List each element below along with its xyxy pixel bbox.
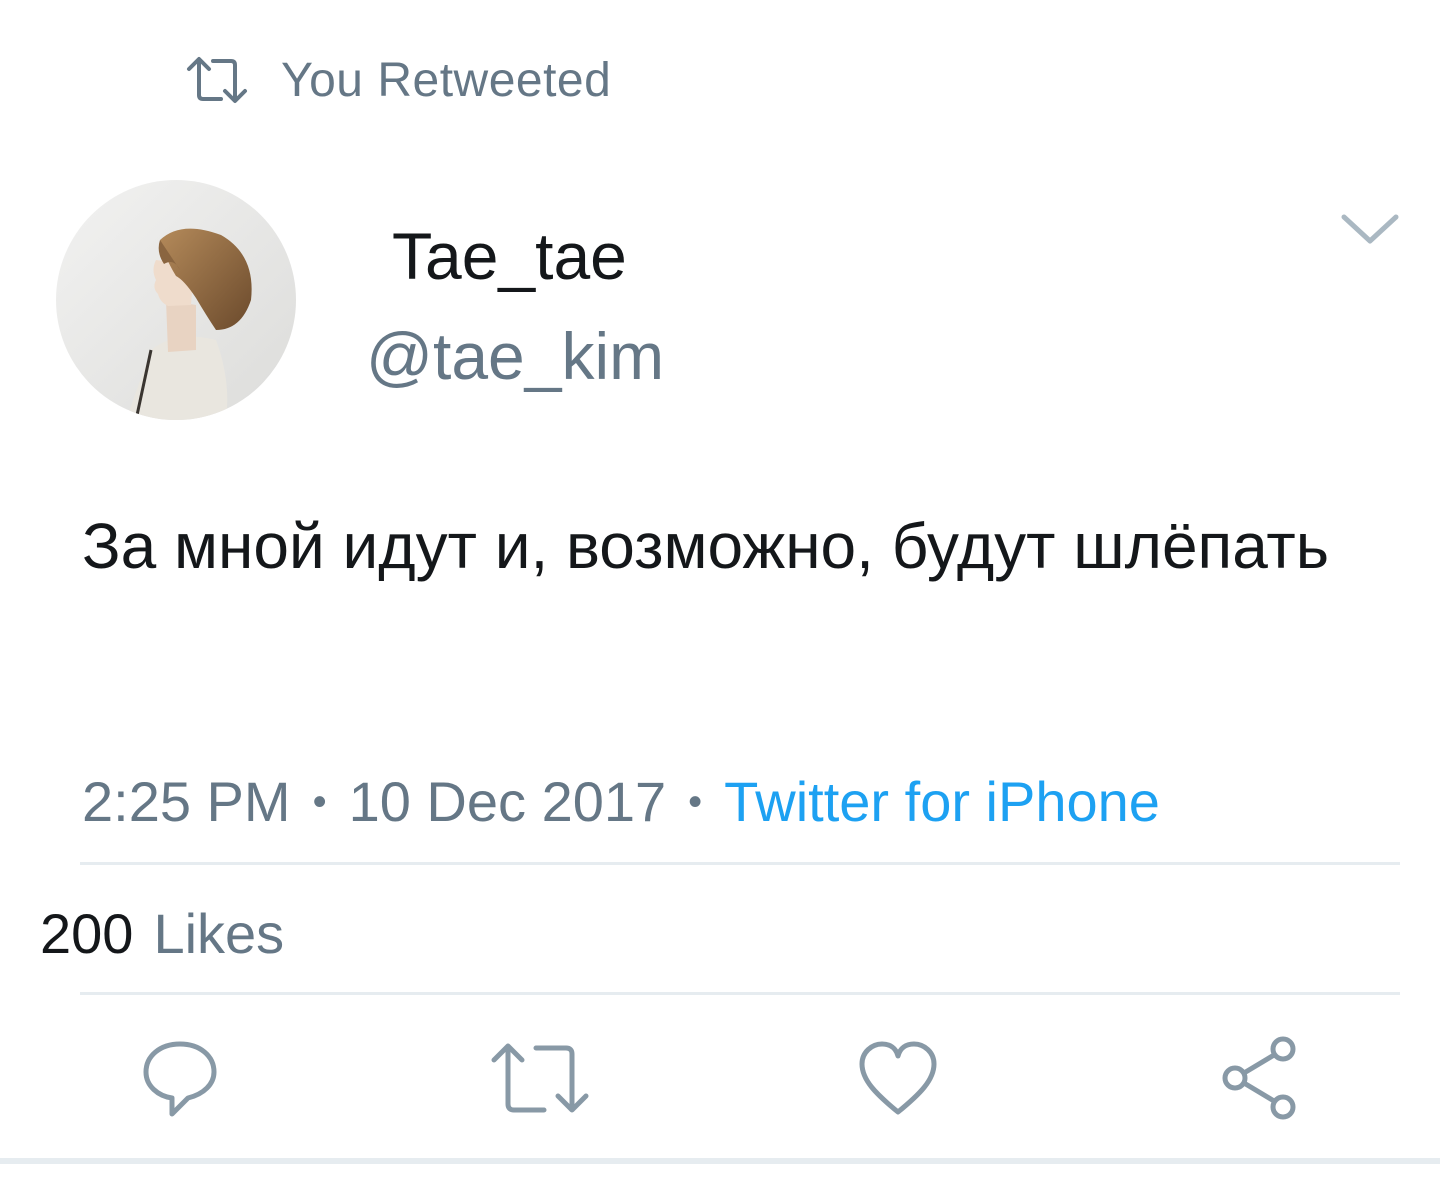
- retweet-banner: You Retweeted: [185, 50, 611, 110]
- likes-label: Likes: [153, 902, 285, 965]
- heart-icon: [856, 1036, 940, 1125]
- retweet-banner-label: You Retweeted: [281, 53, 612, 107]
- tweet-meta: 2:25 PM • 10 Dec 2017 • Twitter for iPhone: [82, 762, 1160, 842]
- chevron-down-icon[interactable]: [1338, 205, 1402, 253]
- reply-button[interactable]: [130, 1030, 230, 1130]
- retweet-icon: [490, 1038, 590, 1123]
- likes-stat[interactable]: 200 Likes: [40, 896, 284, 972]
- tweet-time: 2:25 PM: [82, 770, 291, 833]
- tweet-text: За мной идут и, возможно, будут шлёпать: [82, 510, 1330, 582]
- retweet-icon: [185, 55, 249, 105]
- meta-separator: •: [312, 780, 327, 824]
- like-button[interactable]: [848, 1030, 948, 1130]
- divider: [80, 862, 1400, 865]
- action-bar: [0, 1030, 1440, 1130]
- author-display-name[interactable]: Tae_tae: [392, 218, 627, 294]
- bottom-divider: [0, 1158, 1440, 1164]
- likes-count: 200: [40, 902, 134, 965]
- tweet-source-link[interactable]: Twitter for iPhone: [724, 770, 1160, 833]
- author-handle[interactable]: @tae_kim: [366, 318, 664, 394]
- reply-icon: [138, 1036, 222, 1125]
- tweet-date: 10 Dec 2017: [348, 770, 667, 833]
- avatar[interactable]: [56, 180, 296, 420]
- meta-separator: •: [688, 780, 703, 824]
- divider: [80, 992, 1400, 995]
- share-icon: [1213, 1033, 1303, 1128]
- retweet-button[interactable]: [490, 1030, 590, 1130]
- share-button[interactable]: [1208, 1030, 1308, 1130]
